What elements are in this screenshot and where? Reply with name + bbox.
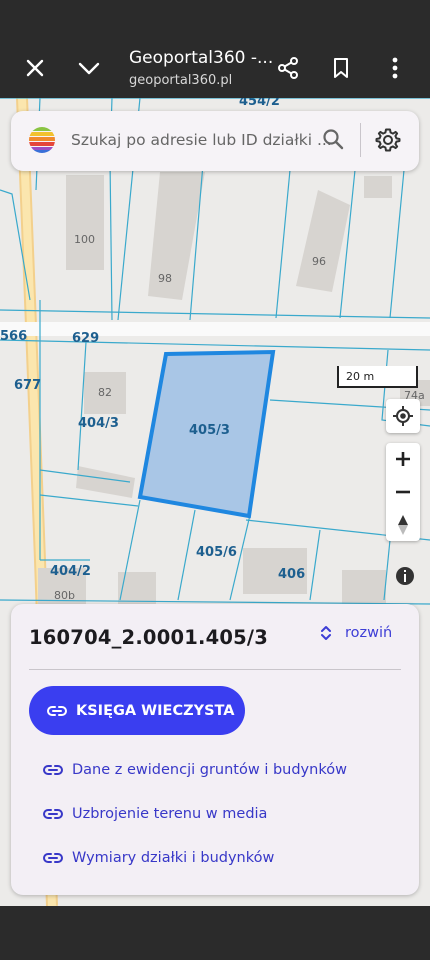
plot-label: 405/3 [189,423,230,438]
close-icon[interactable] [15,48,55,88]
plot-label: 677 [14,378,42,393]
search-icon[interactable] [321,127,345,156]
plot-label: 454/2 [239,98,280,109]
link-land-records[interactable]: Dane z ewidencji gruntów i budynków [43,762,347,778]
plot-details-panel: 160704_2.0001.405/3 rozwiń KSIĘGA WIECZY… [11,604,419,895]
divider [29,669,401,670]
zoom-controls [386,443,420,541]
compass-icon [398,515,408,535]
plot-label: 404/3 [78,416,119,431]
app-logo-icon [28,126,56,159]
gear-icon[interactable] [375,127,401,158]
scale-bar: 20 m [337,366,418,388]
search-bar: Szukaj po adresie lub ID działki ... [11,111,419,171]
search-divider [360,123,361,157]
land-register-label: KSIĘGA WIECZYSTA [76,702,235,719]
house-number: 98 [158,272,172,285]
share-icon[interactable] [268,48,308,88]
my-location-icon [393,406,413,426]
page-url: geoportal360.pl [129,73,233,88]
house-number: 100 [74,233,95,246]
link-icon [43,765,63,775]
link-utilities[interactable]: Uzbrojenie terenu w media [43,806,267,822]
plot-label: 629 [72,331,100,346]
link-icon [43,853,63,863]
system-nav-bar [0,906,430,960]
unfold-icon [321,626,331,640]
zoom-in-button[interactable] [386,443,420,475]
link-dimensions[interactable]: Wymiary działki i budynków [43,850,274,866]
plot-id: 160704_2.0001.405/3 [29,626,269,649]
plus-icon [396,452,410,466]
house-number: 80b [54,589,75,602]
link-icon [47,705,67,716]
browser-toolbar: Geoportal360 -... geoportal360.pl [0,36,430,98]
link-label: Uzbrojenie terenu w media [72,806,268,822]
expand-label: rozwiń [345,625,393,641]
house-number: 82 [98,386,112,399]
page-title: Geoportal360 -... [129,48,274,68]
plot-label: 405/6 [196,545,237,560]
link-label: Dane z ewidencji gruntów i budynków [72,762,347,778]
zoom-out-button[interactable] [386,476,420,508]
status-bar [0,0,430,36]
bookmark-icon[interactable] [321,48,361,88]
more-vert-icon[interactable] [375,48,415,88]
minus-icon [396,490,410,494]
search-input[interactable]: Szukaj po adresie lub ID działki ... [71,131,332,149]
land-register-button[interactable]: KSIĘGA WIECZYSTA [29,686,245,735]
expand-button[interactable]: rozwiń [319,624,392,642]
plot-label: 566 [0,329,28,344]
link-label: Wymiary działki i budynków [72,850,275,866]
house-number: 96 [312,255,326,268]
plot-label: 404/2 [50,564,91,579]
info-icon[interactable] [396,567,414,585]
link-icon [43,809,63,819]
chevron-down-icon[interactable] [69,48,109,88]
plot-label: 406 [278,567,306,582]
compass-button[interactable] [386,509,420,541]
locate-button[interactable] [386,399,420,433]
